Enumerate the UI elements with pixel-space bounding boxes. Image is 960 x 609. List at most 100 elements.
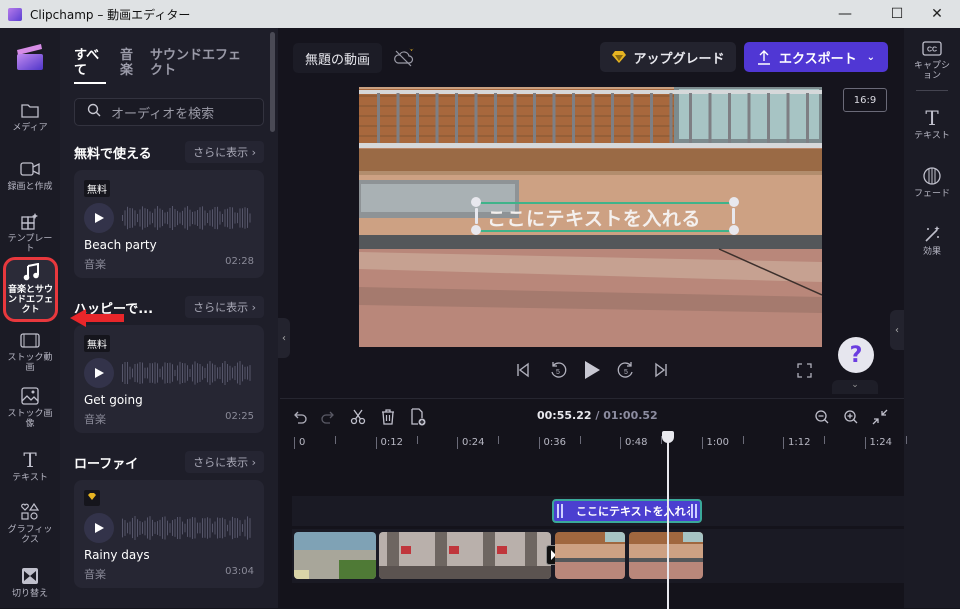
folder-icon [20, 100, 40, 120]
waveform-bar [122, 215, 123, 221]
delete-button[interactable] [378, 407, 398, 427]
undo-button[interactable] [290, 407, 310, 427]
waveform-bar [232, 367, 233, 379]
tab-all[interactable]: すべて [74, 48, 106, 84]
collapse-right-panel-button[interactable]: ‹ [890, 310, 904, 350]
play-button[interactable] [84, 513, 114, 543]
clip-handle-right[interactable] [691, 504, 697, 518]
nav-item-graphics[interactable]: グラフィックス [0, 502, 60, 545]
clip-handle-left[interactable] [557, 504, 563, 518]
waveform-bar [167, 520, 168, 536]
see-more-button[interactable]: さらに表示 › [185, 451, 264, 473]
audio-track-card[interactable]: 無料 Beach party 音楽 02:28 [74, 170, 264, 278]
see-more-button[interactable]: さらに表示 › [185, 296, 264, 318]
see-more-button[interactable]: さらに表示 › [185, 141, 264, 163]
text-icon: T [925, 106, 939, 130]
export-button[interactable]: エクスポート ⌄ [744, 42, 888, 72]
nav-item-music-sfx[interactable]: 音楽とサウンドエフェクト [3, 257, 58, 322]
clipchamp-logo-icon [8, 7, 22, 21]
skip-to-start-icon[interactable] [515, 362, 531, 378]
collapse-left-panel-button[interactable]: ‹ [278, 318, 290, 358]
forward-5-icon[interactable]: 5 [617, 361, 635, 379]
nav-item-transitions[interactable]: 切り替え [0, 566, 60, 599]
audio-track-card[interactable]: Rainy days 音楽 03:04 [74, 480, 264, 588]
resize-handle[interactable] [729, 197, 739, 207]
redo-icon [321, 411, 334, 424]
tab-sound-effects[interactable]: サウンドエフェクト [150, 48, 246, 84]
text-overlay-selection[interactable]: ここにテキストを入れる [471, 197, 739, 235]
waveform-bar [207, 517, 208, 539]
waveform-bar [142, 522, 143, 534]
play-icon [95, 213, 104, 223]
right-item-captions[interactable]: CC キャプション [904, 38, 960, 81]
nav-item-text[interactable]: T テキスト [0, 450, 60, 483]
text-clip[interactable]: ここにテキストを入れる [552, 499, 702, 523]
redo-button[interactable] [318, 407, 338, 427]
nav-item-media[interactable]: メディア [0, 100, 60, 133]
play-button[interactable] [84, 203, 114, 233]
video-clip-city[interactable] [294, 532, 376, 579]
video-preview[interactable]: ここにテキストを入れる [359, 87, 822, 347]
audio-search-input[interactable]: オーディオを検索 [74, 98, 264, 126]
ruler-tick-label: 0:36 [538, 437, 566, 449]
nav-item-stock-video[interactable]: ストック動画 [0, 330, 60, 373]
waveform-bar [122, 364, 123, 382]
nav-item-stock-images[interactable]: ストック画像 [0, 386, 60, 429]
waveform-bar [222, 517, 223, 539]
waveform-bar [192, 517, 193, 539]
play-icon[interactable] [583, 360, 601, 380]
clip-thumbnail [294, 532, 376, 579]
waveform-bar [137, 363, 138, 383]
resize-handle[interactable] [729, 225, 739, 235]
rewind-5-icon[interactable]: 5 [549, 361, 567, 379]
resize-handle[interactable] [471, 225, 481, 235]
video-clip-street[interactable] [379, 532, 551, 579]
waveform-bar [199, 363, 201, 383]
waveform-bar [154, 522, 156, 534]
waveform-bar [204, 210, 206, 226]
zoom-out-button[interactable] [812, 407, 832, 427]
waveform-bar [162, 209, 163, 227]
help-button[interactable]: ? [838, 337, 874, 373]
fit-timeline-button[interactable] [870, 407, 890, 427]
ruler-minor-tick [498, 436, 499, 444]
audio-track-card[interactable]: 無料 Get going 音楽 02:25 [74, 325, 264, 433]
playhead[interactable] [667, 433, 669, 609]
upgrade-button[interactable]: アップグレード [600, 42, 736, 72]
waveform-bar [227, 524, 228, 532]
video-clip-wall-2[interactable] [629, 532, 703, 579]
waveform-bar [179, 212, 181, 224]
close-button[interactable]: ✕ [914, 0, 960, 28]
play-button[interactable] [84, 358, 114, 388]
panel-scrollbar[interactable] [270, 32, 275, 132]
nav-item-templates[interactable]: テンプレート [0, 211, 60, 254]
add-to-timeline-button[interactable] [408, 407, 428, 427]
collapse-preview-button[interactable]: ⌄ [832, 380, 878, 394]
nav-item-record[interactable]: 録画と作成 [0, 159, 60, 192]
waveform-bar [209, 210, 211, 226]
skip-to-end-icon[interactable] [653, 362, 669, 378]
waveform-bar [244, 366, 246, 380]
right-item-fade[interactable]: フェード [904, 166, 960, 199]
playhead-handle[interactable] [662, 431, 674, 443]
waveform-bar [157, 521, 158, 535]
video-clip-wall[interactable] [555, 532, 625, 579]
right-item-effects[interactable]: 効果 [904, 224, 960, 257]
tab-music[interactable]: 音楽 [120, 48, 136, 84]
right-item-text[interactable]: T テキスト [904, 108, 960, 141]
upload-icon [757, 50, 770, 65]
waveform-bar [139, 209, 141, 227]
waveform-bar [232, 207, 233, 229]
zoom-in-button[interactable] [841, 407, 861, 427]
current-time: 00:55.22 [537, 409, 592, 422]
waveform-icon [122, 361, 251, 385]
project-name[interactable]: 無題の動画 [293, 43, 383, 73]
cloud-sync-off-button[interactable] [389, 43, 419, 73]
minimize-button[interactable]: — [822, 0, 868, 28]
split-button[interactable] [348, 407, 368, 427]
waveform-bar [194, 517, 196, 539]
resize-handle[interactable] [471, 197, 481, 207]
aspect-ratio-button[interactable]: 16:9 [843, 88, 887, 112]
track-type: 音楽 [84, 413, 106, 426]
fullscreen-icon[interactable] [797, 363, 812, 378]
